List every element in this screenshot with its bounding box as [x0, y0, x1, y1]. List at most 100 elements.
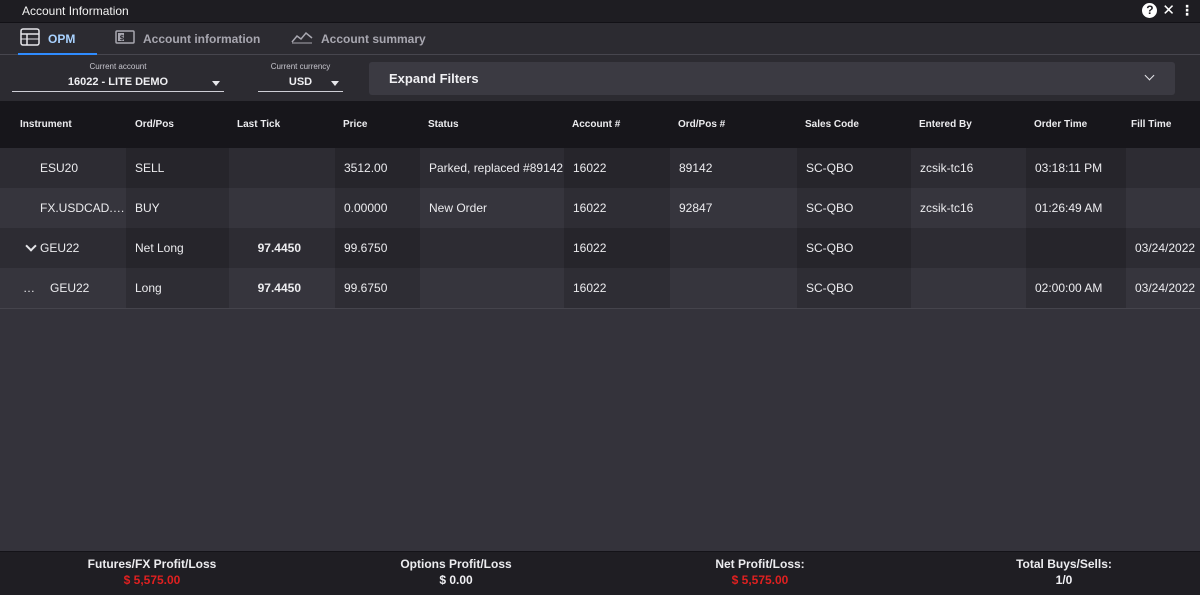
cell-fill-time: [1126, 148, 1200, 188]
cell-status: Parked, replaced #89142: [420, 148, 564, 188]
expand-filters-label: Expand Filters: [389, 71, 479, 86]
cell-instrument: … GEU22: [0, 268, 126, 308]
window-controls: ? ✕ ⋮: [1142, 3, 1194, 18]
table-row[interactable]: GEU22 Net Long 97.4450 99.6750 16022 SC-QBO 03…: [0, 228, 1200, 269]
table-row[interactable]: … GEU22 Long 97.4450 99.6750 16022 SC-QBO 02:00…: [0, 268, 1200, 309]
options-pl-stat: Options Profit/Loss $ 0.00: [376, 557, 536, 587]
column-header-fill-time[interactable]: Fill Time: [1131, 101, 1171, 148]
cell-last-tick: [229, 148, 335, 188]
account-select[interactable]: Current account 16022 - LITE DEMO: [12, 62, 224, 92]
buys-sells-stat: Total Buys/Sells: 1/0: [1004, 557, 1124, 587]
cell-order-time: 03:18:11 PM: [1026, 148, 1126, 188]
column-header-account[interactable]: Account #: [572, 101, 620, 148]
account-select-box[interactable]: 16022 - LITE DEMO: [12, 74, 224, 92]
column-header-ordpos-number[interactable]: Ord/Pos #: [678, 101, 725, 148]
net-pl-value: $ 5,575.00: [731, 573, 789, 587]
expand-filters-button[interactable]: Expand Filters: [369, 62, 1175, 95]
currency-select-box[interactable]: USD: [258, 74, 343, 92]
cell-instrument: FX.USDCAD.US: [0, 188, 126, 228]
tab-account-summary[interactable]: Account summary: [291, 23, 426, 54]
cell-last-tick: [229, 188, 335, 228]
cell-account: 16022: [564, 148, 670, 188]
cell-price: 99.6750: [335, 228, 420, 268]
svg-text:$: $: [120, 34, 125, 42]
chevron-down-icon[interactable]: [25, 240, 37, 252]
window-title: Account Information: [22, 4, 129, 18]
cell-fill-time: [1126, 188, 1200, 228]
cell-sales-code: SC-QBO: [797, 228, 911, 268]
dropdown-arrow-icon: [212, 81, 220, 86]
buys-sells-value: 1/0: [1055, 573, 1073, 587]
cell-order-time: [1026, 228, 1126, 268]
cell-ordpos-number: 92847: [670, 188, 797, 228]
cell-ordpos: Net Long: [126, 228, 229, 268]
cell-fill-time: 03/24/2022: [1126, 268, 1200, 308]
net-pl-stat: Net Profit/Loss: $ 5,575.00: [690, 557, 830, 587]
chevron-down-icon: [1144, 70, 1155, 81]
help-icon[interactable]: ?: [1142, 3, 1158, 18]
column-header-ordpos[interactable]: Ord/Pos: [135, 101, 174, 148]
column-header-instrument[interactable]: Instrument: [20, 101, 72, 148]
account-caption: Current account: [89, 62, 147, 71]
cell-account: 16022: [564, 188, 670, 228]
instrument-label: GEU22: [50, 281, 90, 295]
cell-status: [420, 228, 564, 268]
currency-value: USD: [288, 76, 313, 88]
cell-price: 99.6750: [335, 268, 420, 308]
futures-pl-stat: Futures/FX Profit/Loss $ 5,575.00: [62, 557, 242, 587]
cell-instrument: ESU20: [0, 148, 126, 188]
cell-price: 0.00000: [335, 188, 420, 228]
account-value: 16022 - LITE DEMO: [67, 76, 169, 88]
ellipsis-icon: …: [23, 281, 35, 295]
cell-ordpos: Long: [126, 268, 229, 308]
more-menu-icon[interactable]: ⋮: [1180, 3, 1194, 18]
tab-label: OPM: [48, 31, 76, 46]
table-row[interactable]: ESU20 SELL 3512.00 Parked, replaced #89142 1…: [0, 148, 1200, 189]
buys-sells-label: Total Buys/Sells:: [1016, 557, 1112, 571]
tab-label: Account summary: [321, 31, 426, 46]
title-bar: Account Information ? ✕ ⋮: [0, 0, 1200, 23]
instrument-label: FX.USDCAD.US: [40, 201, 126, 215]
cell-account: 16022: [564, 268, 670, 308]
cell-entered-by: [911, 268, 1026, 308]
tab-opm[interactable]: OPM: [17, 23, 98, 55]
column-header-order-time[interactable]: Order Time: [1034, 101, 1087, 148]
cell-order-time: 01:26:49 AM: [1026, 188, 1126, 228]
close-icon[interactable]: ✕: [1162, 3, 1175, 18]
futures-pl-label: Futures/FX Profit/Loss: [87, 557, 217, 571]
cell-ordpos: SELL: [126, 148, 229, 188]
cell-entered-by: zcsik-tc16: [911, 188, 1026, 228]
futures-pl-value: $ 5,575.00: [123, 573, 181, 587]
column-header-status[interactable]: Status: [428, 101, 459, 148]
cell-entered-by: [911, 228, 1026, 268]
cell-entered-by: zcsik-tc16: [911, 148, 1026, 188]
line-chart-icon: [291, 30, 313, 47]
cell-price: 3512.00: [335, 148, 420, 188]
cell-status: [420, 268, 564, 308]
cell-ordpos-number: [670, 228, 797, 268]
column-header-last-tick[interactable]: Last Tick: [237, 101, 280, 148]
cell-status: New Order: [420, 188, 564, 228]
grid-icon: [20, 28, 40, 49]
column-header-price[interactable]: Price: [343, 101, 367, 148]
cell-sales-code: SC-QBO: [797, 148, 911, 188]
table-row[interactable]: FX.USDCAD.US BUY 0.00000 New Order 16022 9284…: [0, 188, 1200, 229]
currency-caption: Current currency: [270, 62, 331, 71]
instrument-label: ESU20: [40, 161, 79, 175]
cell-sales-code: SC-QBO: [797, 268, 911, 308]
cell-ordpos-number: 89142: [670, 148, 797, 188]
options-pl-value: $ 0.00: [439, 573, 473, 587]
money-icon: $: [115, 29, 135, 48]
grid-header: Instrument Ord/Pos Last Tick Price Statu…: [0, 101, 1200, 149]
column-header-sales-code[interactable]: Sales Code: [805, 101, 859, 148]
cell-sales-code: SC-QBO: [797, 188, 911, 228]
tab-account-information[interactable]: $ Account information: [115, 23, 260, 54]
currency-select[interactable]: Current currency USD: [258, 62, 343, 92]
instrument-label: GEU22: [40, 241, 80, 255]
tab-label: Account information: [143, 31, 261, 46]
column-header-entered-by[interactable]: Entered By: [919, 101, 972, 148]
dropdown-arrow-icon: [331, 81, 339, 86]
cell-instrument: GEU22: [0, 228, 126, 268]
net-pl-label: Net Profit/Loss:: [715, 557, 805, 571]
options-pl-label: Options Profit/Loss: [400, 557, 512, 571]
